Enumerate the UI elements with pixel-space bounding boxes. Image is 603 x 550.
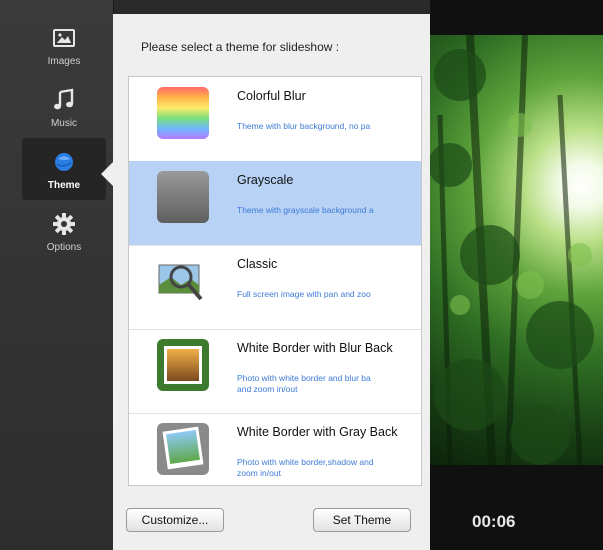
theme-row-white-border-blur[interactable]: White Border with Blur Back Photo with w… bbox=[129, 329, 421, 414]
sidebar-item-theme[interactable]: Theme bbox=[22, 138, 106, 200]
theme-title: Classic bbox=[237, 257, 278, 271]
sidebar-item-label: Options bbox=[46, 242, 82, 253]
playback-time: 00:06 bbox=[472, 512, 516, 531]
selection-pointer bbox=[101, 162, 113, 186]
theme-icon bbox=[55, 153, 73, 171]
preview-video[interactable] bbox=[430, 35, 603, 465]
sidebar-item-images[interactable]: Images bbox=[22, 14, 106, 76]
theme-list[interactable]: Colorful Blur Theme with blur background… bbox=[128, 76, 422, 486]
sidebar-item-options[interactable]: Options bbox=[22, 200, 106, 262]
theme-description: Photo with white border and blur ba and … bbox=[237, 373, 421, 395]
theme-description-line: and zoom in/out bbox=[237, 384, 298, 394]
white-border-gray-thumbnail bbox=[157, 423, 209, 475]
sidebar-item-label: Theme bbox=[47, 180, 81, 191]
forest-scene-image bbox=[430, 35, 594, 465]
image-icon bbox=[53, 29, 75, 47]
sidebar-item-label: Music bbox=[50, 118, 78, 129]
white-border-blur-thumbnail bbox=[157, 339, 209, 391]
theme-title: Colorful Blur bbox=[237, 89, 306, 103]
theme-row-white-border-gray[interactable]: White Border with Gray Back Photo with w… bbox=[129, 413, 421, 485]
theme-title: White Border with Gray Back bbox=[237, 425, 398, 439]
gear-icon bbox=[53, 213, 75, 235]
theme-row-grayscale[interactable]: Grayscale Theme with grayscale backgroun… bbox=[129, 161, 421, 246]
theme-description: Theme with blur background, no pa bbox=[237, 121, 371, 131]
colorful-blur-thumbnail bbox=[157, 87, 209, 139]
theme-description: Full screen image with pan and zoo bbox=[237, 289, 371, 299]
sidebar: Images Music Theme Options bbox=[0, 0, 114, 550]
theme-description-line: Photo with white border,shadow and bbox=[237, 457, 374, 467]
sidebar-item-music[interactable]: Music bbox=[22, 76, 106, 138]
music-note-icon bbox=[54, 88, 74, 110]
theme-row-classic[interactable]: Classic Full screen image with pan and z… bbox=[129, 245, 421, 330]
theme-title: Grayscale bbox=[237, 173, 294, 187]
theme-panel: Please select a theme for slideshow : Co… bbox=[113, 14, 431, 550]
preview-pane: 00:06 bbox=[430, 0, 603, 550]
theme-description: Theme with grayscale background a bbox=[237, 205, 374, 215]
magnifier-icon bbox=[158, 264, 203, 301]
set-theme-button[interactable]: Set Theme bbox=[313, 508, 411, 532]
theme-description-line: zoom in/out bbox=[237, 468, 281, 478]
theme-description-line: Photo with white border and blur ba bbox=[237, 373, 371, 383]
sidebar-item-label: Images bbox=[47, 56, 81, 67]
theme-description: Photo with white border,shadow and zoom … bbox=[237, 457, 421, 479]
theme-prompt: Please select a theme for slideshow : bbox=[141, 40, 340, 54]
customize-button[interactable]: Customize... bbox=[126, 508, 224, 532]
theme-row-colorful-blur[interactable]: Colorful Blur Theme with blur background… bbox=[129, 77, 421, 162]
theme-title: White Border with Blur Back bbox=[237, 341, 393, 355]
grayscale-thumbnail bbox=[157, 171, 209, 223]
